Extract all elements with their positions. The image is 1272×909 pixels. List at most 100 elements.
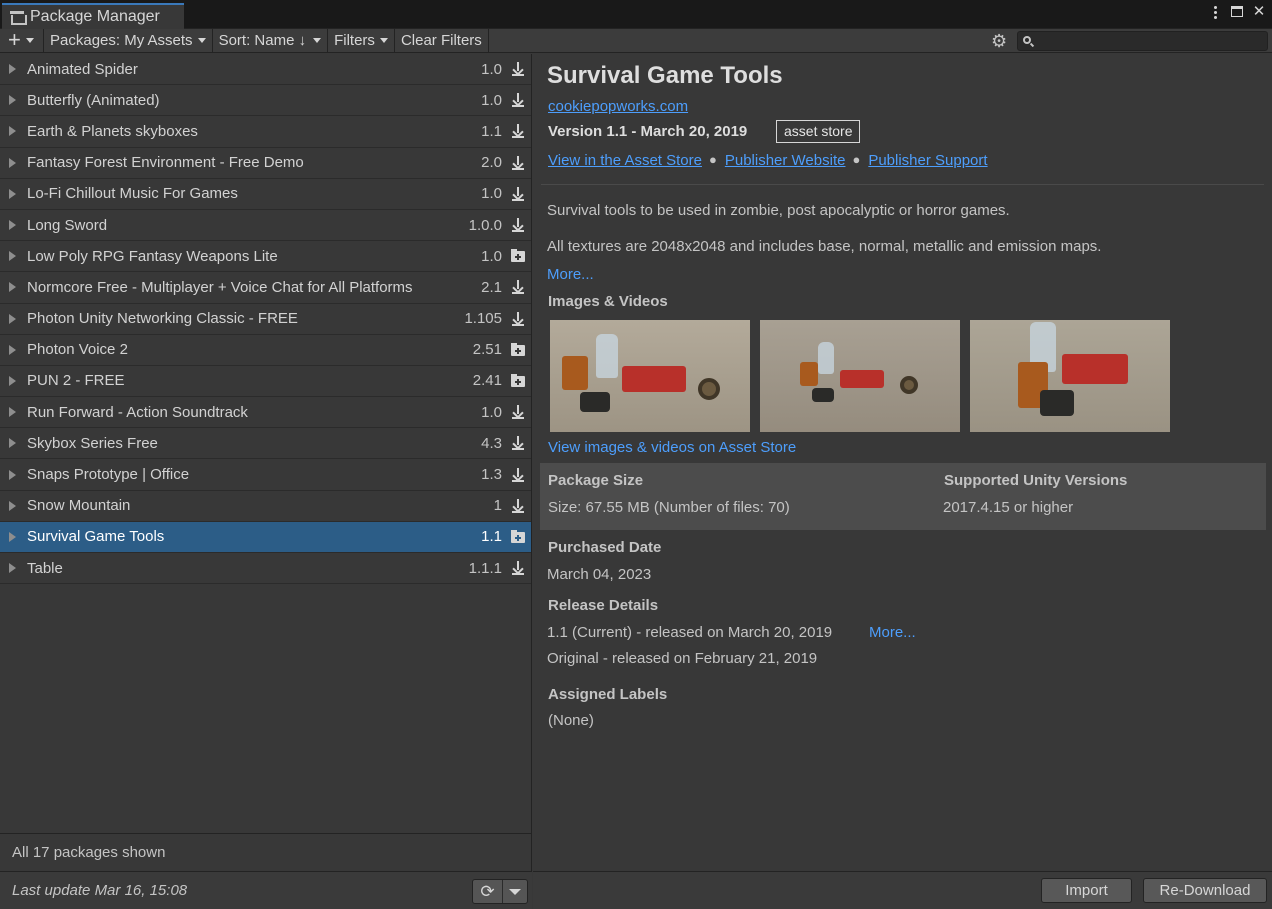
can-image [562, 356, 588, 390]
redownload-button[interactable]: Re-Download [1143, 878, 1267, 903]
refresh-button[interactable]: ⟳ [473, 880, 503, 903]
first-aid-kit-image [1062, 354, 1128, 384]
gear-icon[interactable]: ⚙ [991, 32, 1009, 50]
package-row[interactable]: Table 1.1.1 [0, 553, 531, 585]
import-folder-icon[interactable] [510, 529, 526, 545]
download-icon[interactable] [510, 186, 526, 202]
package-version: 1.0 [481, 247, 502, 265]
package-row[interactable]: Survival Game Tools 1.1 [0, 521, 531, 553]
package-row[interactable]: Low Poly RPG Fantasy Weapons Lite 1.0 [0, 241, 531, 273]
screenshot-thumbnail[interactable] [970, 320, 1170, 432]
expand-arrow-icon[interactable] [9, 407, 16, 418]
download-icon[interactable] [510, 279, 526, 295]
package-row[interactable]: Fantasy Forest Environment - Free Demo 2.… [0, 148, 531, 179]
last-update-text: Last update Mar 16, 15:08 [12, 882, 188, 899]
package-row[interactable]: Skybox Series Free 4.3 [0, 428, 531, 460]
more-options-icon[interactable] [1208, 6, 1222, 19]
screenshot-thumbnail[interactable] [550, 320, 750, 432]
package-version: 2.51 [472, 341, 502, 359]
maximize-button[interactable] [1230, 4, 1244, 20]
screenshot-thumbnail[interactable] [760, 320, 960, 432]
package-row[interactable]: Butterfly (Animated) 1.0 [0, 85, 531, 117]
expand-arrow-icon[interactable] [9, 500, 16, 511]
package-row[interactable]: Photon Unity Networking Classic - FREE 1.… [0, 304, 531, 335]
package-version: 1.0 [481, 185, 502, 203]
filters-dropdown[interactable]: Filters [328, 28, 395, 53]
download-icon[interactable] [510, 311, 526, 327]
expand-arrow-icon[interactable] [9, 563, 16, 574]
expand-arrow-icon[interactable] [9, 313, 16, 324]
package-name: PUN 2 - FREE [27, 372, 125, 390]
first-aid-kit-image [622, 366, 686, 392]
expand-arrow-icon[interactable] [9, 438, 16, 449]
publisher-support-link[interactable]: Publisher Support [868, 152, 987, 169]
package-row[interactable]: Run Forward - Action Soundtrack 1.0 [0, 397, 531, 429]
download-icon[interactable] [510, 498, 526, 514]
release-more-link[interactable]: More... [869, 624, 916, 641]
expand-arrow-icon[interactable] [9, 157, 16, 168]
last-update-bar: Last update Mar 16, 15:08 ⟳ [0, 871, 532, 909]
import-folder-icon[interactable] [510, 342, 526, 358]
publisher-website-link[interactable]: Publisher Website [725, 152, 846, 169]
source-badge: asset store [776, 120, 861, 143]
tab-package-manager[interactable]: Package Manager [2, 3, 184, 29]
expand-arrow-icon[interactable] [9, 220, 16, 231]
download-icon[interactable] [510, 61, 526, 77]
package-name: Long Sword [27, 216, 108, 234]
chevron-down-icon [25, 38, 34, 43]
expand-arrow-icon[interactable] [9, 375, 16, 386]
view-in-asset-store-link[interactable]: View in the Asset Store [548, 152, 702, 169]
package-row[interactable]: Animated Spider 1.0 [0, 54, 531, 86]
download-icon[interactable] [510, 92, 526, 108]
download-icon[interactable] [510, 435, 526, 451]
download-icon[interactable] [510, 560, 526, 576]
import-button[interactable]: Import [1041, 878, 1132, 903]
expand-arrow-icon[interactable] [9, 126, 16, 137]
sort-dropdown[interactable]: Sort: Name ↓ [213, 28, 329, 53]
download-icon[interactable] [510, 155, 526, 171]
download-icon[interactable] [510, 217, 526, 233]
expand-arrow-icon[interactable] [9, 64, 16, 75]
water-bottle-image [818, 342, 834, 374]
package-row[interactable]: Normcore Free - Multiplayer + Voice Chat… [0, 272, 531, 304]
purchased-date-header: Purchased Date [548, 539, 662, 556]
expand-arrow-icon[interactable] [9, 469, 16, 480]
expand-arrow-icon[interactable] [9, 251, 16, 262]
author-link[interactable]: cookiepopworks.com [548, 98, 688, 115]
package-version: 2.41 [472, 372, 502, 390]
expand-arrow-icon[interactable] [9, 95, 16, 106]
package-row[interactable]: Earth & Planets skyboxes 1.1 [0, 116, 531, 148]
images-on-asset-store-link[interactable]: View images & videos on Asset Store [548, 439, 796, 456]
close-button[interactable]: ✕ [1252, 4, 1266, 20]
package-row[interactable]: Snaps Prototype | Office 1.3 [0, 459, 531, 491]
package-row[interactable]: Lo-Fi Chillout Music For Games 1.0 [0, 179, 531, 210]
device-image [580, 392, 610, 412]
download-icon[interactable] [510, 467, 526, 483]
package-row[interactable]: Long Sword 1.0.0 [0, 210, 531, 242]
supported-versions-header: Supported Unity Versions [944, 472, 1128, 489]
water-bottle-image [596, 334, 618, 378]
package-row[interactable]: PUN 2 - FREE 2.41 [0, 366, 531, 398]
search-field[interactable] [1017, 31, 1268, 51]
can-image [800, 362, 818, 386]
package-version: 1.0 [481, 91, 502, 109]
description-more-link[interactable]: More... [547, 266, 594, 283]
import-folder-icon[interactable] [510, 248, 526, 264]
download-icon[interactable] [510, 404, 526, 420]
package-details-panel: Survival Game Tools cookiepopworks.com V… [533, 54, 1272, 909]
clear-filters-button[interactable]: Clear Filters [395, 28, 489, 53]
packages-filter-dropdown[interactable]: Packages: My Assets [44, 28, 213, 53]
expand-arrow-icon[interactable] [9, 188, 16, 199]
add-package-button[interactable]: + [0, 28, 44, 53]
expand-arrow-icon[interactable] [9, 282, 16, 293]
package-row[interactable]: Photon Voice 2 2.51 [0, 335, 531, 366]
import-folder-icon[interactable] [510, 373, 526, 389]
expand-arrow-icon[interactable] [9, 531, 16, 542]
download-icon[interactable] [510, 123, 526, 139]
refresh-dropdown-button[interactable] [503, 880, 527, 903]
package-row[interactable]: Snow Mountain 1 [0, 491, 531, 522]
search-input[interactable] [1036, 33, 1261, 49]
assigned-labels-value: (None) [548, 712, 594, 729]
expand-arrow-icon[interactable] [9, 344, 16, 355]
assigned-labels-header: Assigned Labels [548, 686, 668, 703]
